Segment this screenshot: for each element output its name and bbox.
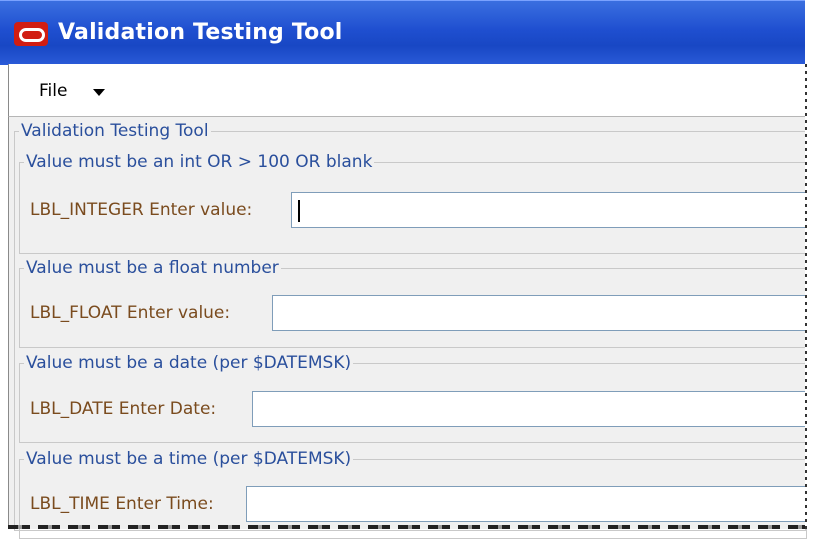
integer-input[interactable]: [291, 192, 808, 228]
main-group-title: Validation Testing Tool: [19, 121, 211, 141]
date-label: LBL_DATE Enter Date:: [30, 399, 217, 419]
main-group-box: Validation Testing Tool Value must be an…: [14, 121, 808, 539]
window-title-bar[interactable]: Validation Testing Tool: [0, 0, 805, 65]
window-bottom-edge: [8, 525, 805, 529]
section-float: Value must be a float number LBL_FLOAT E…: [19, 258, 808, 348]
float-input[interactable]: [272, 295, 808, 331]
section-integer: Value must be an int OR > 100 OR blank L…: [19, 152, 808, 254]
time-input[interactable]: [246, 486, 808, 522]
time-label: LBL_TIME Enter Time:: [30, 494, 214, 514]
oracle-logo-icon: [14, 22, 48, 46]
date-input[interactable]: [252, 391, 808, 427]
section-date-title: Value must be a date (per $DATEMSK): [24, 353, 354, 373]
content-panel: Validation Testing Tool Value must be an…: [8, 117, 808, 539]
section-float-title: Value must be a float number: [24, 258, 281, 278]
section-date: Value must be a date (per $DATEMSK) LBL_…: [19, 353, 808, 443]
float-label: LBL_FLOAT Enter value:: [30, 303, 231, 323]
menu-bar: File: [8, 64, 806, 117]
section-time-title: Value must be a time (per $DATEMSK): [24, 449, 354, 469]
window-right-edge: [805, 0, 817, 529]
menu-file[interactable]: File: [39, 81, 67, 101]
text-caret: [298, 200, 300, 222]
dropdown-arrow-icon[interactable]: [93, 89, 105, 96]
integer-label: LBL_INTEGER Enter value:: [30, 200, 253, 220]
window-title: Validation Testing Tool: [58, 20, 343, 45]
section-integer-title: Value must be an int OR > 100 OR blank: [24, 152, 375, 172]
